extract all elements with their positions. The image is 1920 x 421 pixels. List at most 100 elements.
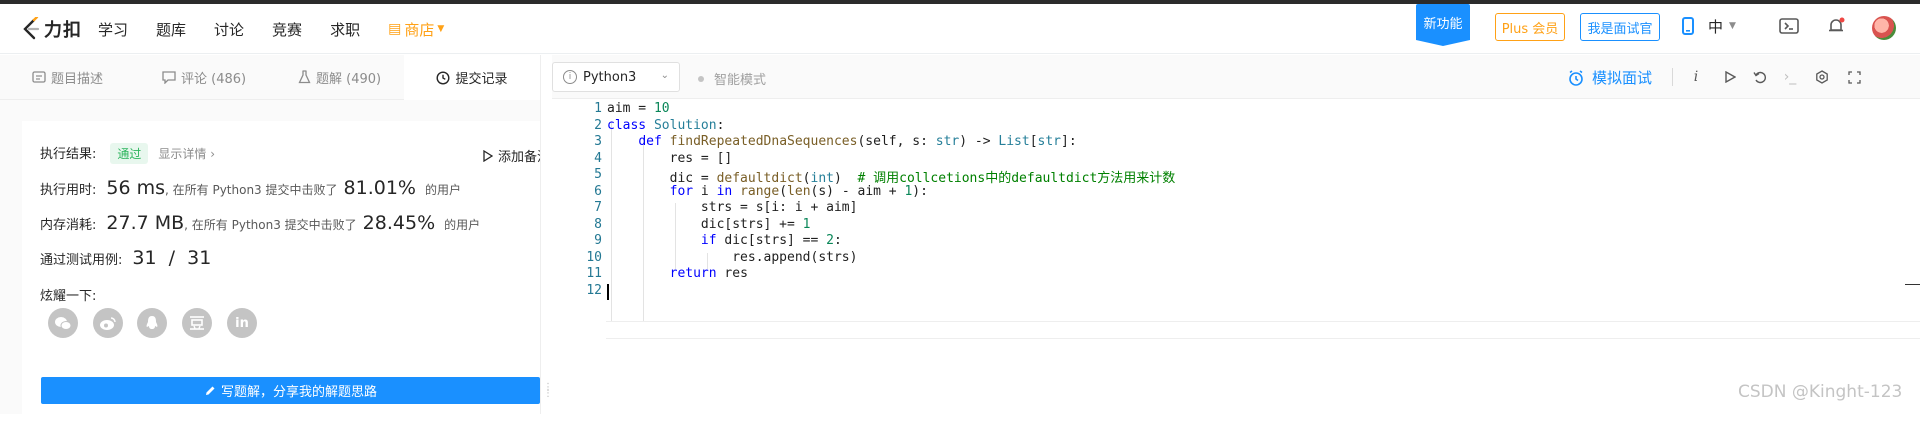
qq-icon[interactable] — [137, 308, 167, 338]
linkedin-icon[interactable]: in — [227, 308, 257, 338]
logo[interactable]: 力扣 — [20, 16, 82, 42]
store-icon: ▤ — [388, 21, 402, 37]
code-line: aim = 10 — [607, 101, 670, 116]
smart-mode-toggle[interactable]: 智能模式 — [698, 69, 766, 88]
weibo-icon[interactable] — [93, 308, 123, 338]
tab-solutions[interactable]: 题解 (490) — [298, 55, 381, 99]
nav-link-problems[interactable]: 题库 — [156, 19, 186, 40]
reset-icon[interactable] — [1750, 67, 1770, 87]
memory-label: 内存消耗: — [40, 218, 97, 233]
tab-description[interactable]: 题目描述 — [32, 55, 103, 99]
runtime-suffix: 的用户 — [424, 183, 461, 197]
code-line: strs = s[i: i + aim] — [607, 200, 858, 215]
line-number: 8 — [594, 217, 602, 232]
run-icon[interactable] — [1720, 67, 1740, 87]
brand-name: 力扣 — [44, 20, 82, 41]
avatar[interactable] — [1872, 16, 1896, 40]
memory-text: , 在所有 Python3 提交中击败了 — [184, 218, 357, 232]
runtime-text: , 在所有 Python3 提交中击败了 — [165, 183, 338, 197]
leetcode-logo-icon — [23, 17, 40, 40]
flag-icon — [483, 149, 493, 162]
language-select[interactable]: 中 ▼ — [1708, 16, 1736, 36]
chevron-down-icon: ⌄ — [660, 70, 669, 81]
code-line: dic[strs] += 1 — [607, 217, 811, 232]
tab-label: 评论 (486) — [181, 71, 247, 87]
language-value: Python3 — [583, 69, 637, 85]
console-icon[interactable]: ›_ — [1780, 67, 1800, 87]
alarm-clock-icon — [1569, 69, 1583, 86]
current-line-highlight — [606, 321, 1920, 339]
share-label: 炫耀一下: — [40, 289, 97, 304]
tab-comments[interactable]: 评论 (486) — [162, 55, 246, 99]
code-line: for i in range(len(s) - aim + 1): — [669, 184, 928, 199]
bell-icon[interactable] — [1826, 16, 1846, 36]
nav-link-contest[interactable]: 竞赛 — [272, 19, 302, 40]
code-line: def findRepeatedDnaSequences(self, s: st… — [638, 134, 1077, 149]
code-line: class Solution: — [607, 118, 725, 133]
line-number: 9 — [594, 233, 602, 248]
tests-value: 31 / 31 — [132, 247, 212, 269]
code-editor[interactable]: 1 2 3 4 5 6 7 8 9 10 11 12 aim = 10 clas… — [552, 99, 1920, 414]
write-solution-button[interactable]: 写题解，分享我的解题思路 — [41, 377, 540, 404]
code-line: res = [] — [607, 151, 733, 166]
status-badge: 通过 — [110, 143, 149, 164]
chevron-down-icon: ▼ — [437, 24, 445, 34]
memory-value: 27.7 MB — [106, 212, 185, 234]
runtime-label: 执行用时: — [40, 183, 97, 198]
line-number: 10 — [586, 250, 602, 265]
watermark: CSDN @Kinght-123 — [1738, 382, 1903, 402]
submission-result-card: 执行结果: 通过 显示详情 › 执行用时: 56 ms , 在所有 Python… — [22, 121, 540, 421]
pencil-icon — [205, 386, 215, 395]
comment-icon — [162, 70, 176, 84]
memory-percent: 28.45% — [362, 212, 436, 234]
tests-label: 通过测试用例: — [40, 253, 123, 268]
line-number: 1 — [594, 101, 602, 116]
interviewer-button[interactable]: 我是面试官 — [1580, 13, 1660, 41]
editor-toolbar: i Python3 ⌄ 智能模式 模拟面试 i ›_ — [552, 55, 1920, 99]
settings-icon[interactable] — [1812, 67, 1832, 87]
show-details-link[interactable]: 显示详情 › — [158, 145, 215, 162]
tab-label: 题目描述 — [51, 71, 104, 87]
nav-link-jobs[interactable]: 求职 — [330, 19, 360, 40]
code-line: return res — [669, 266, 748, 281]
store-label: 商店 — [404, 20, 435, 39]
runtime-percent: 81.01% — [343, 177, 416, 199]
nav-link-discuss[interactable]: 讨论 — [214, 19, 244, 40]
description-icon — [32, 71, 46, 83]
language-label: 中 — [1708, 17, 1724, 36]
panel-resizer[interactable] — [540, 55, 552, 414]
wechat-icon[interactable] — [48, 308, 78, 338]
tests-row: 通过测试用例: 31 / 31 — [40, 247, 211, 269]
douban-icon[interactable] — [182, 308, 212, 338]
info-icon[interactable]: i — [563, 70, 577, 84]
line-number: 2 — [594, 118, 602, 133]
plus-member-button[interactable]: Plus 会员 — [1495, 13, 1565, 41]
line-number: 5 — [594, 167, 602, 182]
share-row: 炫耀一下: — [40, 285, 96, 304]
line-number: 6 — [594, 184, 602, 199]
line-number: 4 — [594, 151, 602, 166]
fullscreen-icon[interactable] — [1844, 67, 1864, 87]
line-number: 7 — [594, 200, 602, 215]
problem-tabs: 题目描述 评论 (486) 题解 (490) 提交记录 — [0, 55, 540, 100]
language-dropdown[interactable]: i Python3 ⌄ — [552, 62, 680, 92]
toolbar-separator — [1672, 68, 1673, 86]
scrollbar-marker[interactable] — [1905, 284, 1920, 285]
mobile-icon[interactable] — [1678, 16, 1698, 36]
code-line: if dic[strs] == 2: — [700, 233, 842, 248]
line-number: 12 — [586, 283, 602, 298]
clock-icon — [436, 70, 450, 85]
status-row: 执行结果: 通过 显示详情 › — [40, 143, 215, 164]
info-icon[interactable]: i — [1686, 67, 1706, 87]
runtime-row: 执行用时: 56 ms , 在所有 Python3 提交中击败了 81.01% … — [40, 177, 461, 199]
nav-link-learn[interactable]: 学习 — [98, 19, 128, 40]
mock-interview-button[interactable]: 模拟面试 — [1568, 67, 1652, 88]
new-feature-badge[interactable]: 新功能 — [1416, 4, 1470, 46]
memory-row: 内存消耗: 27.7 MB , 在所有 Python3 提交中击败了 28.45… — [40, 212, 480, 234]
memory-suffix: 的用户 — [444, 218, 481, 232]
text-cursor — [607, 284, 609, 300]
playground-icon[interactable] — [1779, 16, 1799, 36]
nav-link-store[interactable]: ▤ 商店 ▼ — [388, 19, 444, 40]
smart-mode-dot — [698, 75, 704, 82]
tab-submissions[interactable]: 提交记录 — [404, 55, 540, 100]
